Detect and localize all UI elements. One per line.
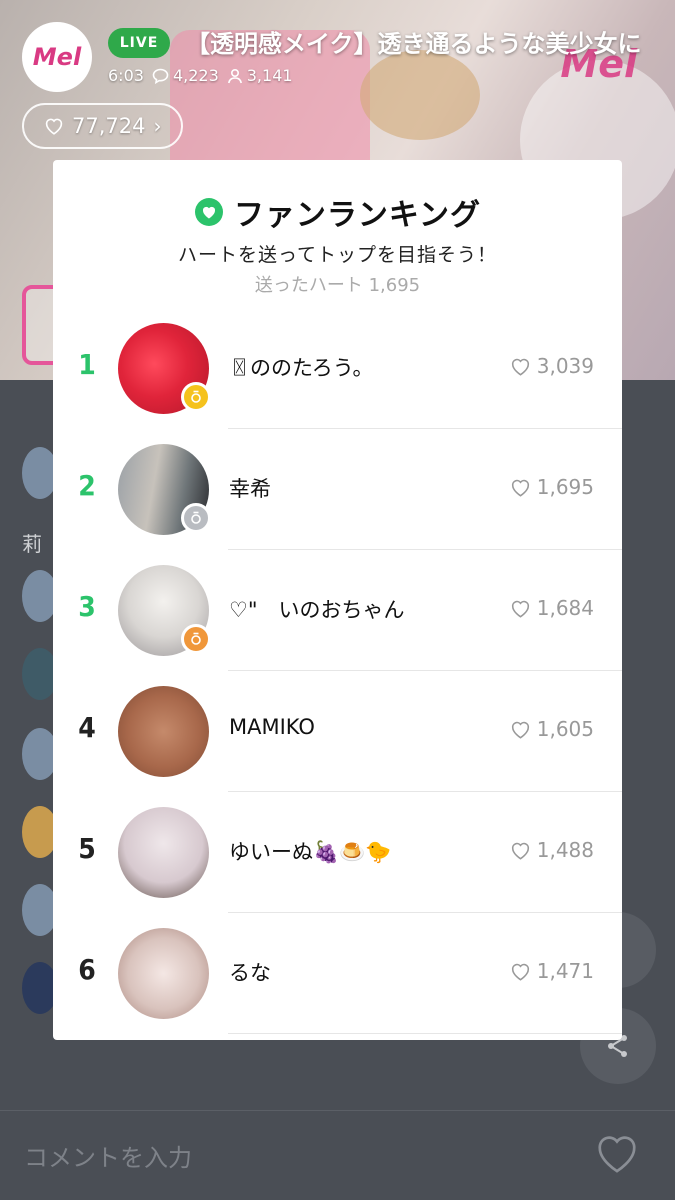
heart-outline-icon bbox=[511, 721, 529, 739]
user-heart-count: 1,488 bbox=[510, 838, 594, 862]
heart-count-value: 1,471 bbox=[536, 959, 594, 983]
sent-hearts-label: 送ったハート 1,695 bbox=[254, 275, 421, 296]
viewer-count-value: 3,141 bbox=[246, 66, 293, 85]
user-name: ♡" いのおちゃん bbox=[229, 598, 405, 622]
ranking-row[interactable]: 2 幸希 1,695 bbox=[53, 429, 622, 550]
heart-count-value: 1,488 bbox=[536, 838, 594, 862]
comment-count: 4,223 bbox=[152, 66, 219, 85]
ranking-header: ファンランキング ハートを送ってトップを目指そう！ 送ったハート 1,695 bbox=[53, 160, 622, 297]
bronze-medal-icon bbox=[181, 624, 211, 654]
user-heart-count: 1,471 bbox=[510, 959, 594, 983]
heart-count-value: 1,605 bbox=[536, 717, 594, 741]
heart-icon bbox=[598, 1136, 636, 1173]
comment-icon bbox=[152, 68, 169, 84]
user-heart-count: 1,695 bbox=[510, 475, 594, 499]
rank-number: 5 bbox=[78, 832, 96, 865]
rank-number: 3 bbox=[78, 590, 96, 623]
elapsed-time: 6:03 bbox=[108, 66, 144, 85]
user-heart-count: 3,039 bbox=[510, 354, 594, 378]
person-icon bbox=[227, 68, 242, 83]
heart-outline-icon bbox=[511, 842, 529, 860]
comment-input-placeholder[interactable]: コメントを入力 bbox=[24, 1138, 192, 1173]
chevron-right-icon: › bbox=[153, 114, 162, 138]
user-avatar[interactable] bbox=[118, 807, 209, 898]
user-heart-count: 1,684 bbox=[510, 596, 594, 620]
user-avatar[interactable] bbox=[118, 928, 209, 1019]
ranking-subtitle: ハートを送ってトップを目指そう！ bbox=[177, 244, 498, 266]
live-badge: LIVE bbox=[108, 28, 170, 58]
user-name: MAMIKO bbox=[229, 715, 315, 739]
rank-number: 4 bbox=[78, 711, 96, 744]
ranking-row[interactable]: 3 ♡" いのおちゃん 1,684 bbox=[53, 550, 622, 671]
ranking-title-text: ファンランキング bbox=[233, 198, 482, 233]
user-name: ゆいーぬ🍇🍮🐤 bbox=[229, 840, 392, 864]
gold-medal-icon bbox=[181, 382, 211, 412]
ranking-title: ファンランキング bbox=[53, 190, 622, 234]
ranking-row[interactable]: 6 るな 1,471 bbox=[53, 913, 622, 1034]
broadcast-stats: 6:03 4,223 3,141 bbox=[108, 66, 293, 85]
heart-count-value: 1,695 bbox=[536, 475, 594, 499]
total-hearts-button[interactable]: 77,724 › bbox=[22, 103, 184, 149]
viewer-count: 3,141 bbox=[227, 66, 293, 85]
rank-number: 2 bbox=[78, 469, 96, 502]
ranking-row[interactable]: 5 ゆいーぬ🍇🍮🐤 1,488 bbox=[53, 792, 622, 913]
row-divider bbox=[228, 1033, 622, 1034]
user-name: 幸希 bbox=[229, 477, 271, 501]
rank-number: 1 bbox=[78, 348, 96, 381]
heart-count-value: 3,039 bbox=[536, 354, 594, 378]
heart-icon bbox=[45, 118, 63, 135]
total-hearts-value: 77,724 bbox=[72, 114, 146, 138]
ranking-row[interactable]: 4 MAMIKO 1,605 bbox=[53, 671, 622, 792]
broadcast-title: 【透明感メイク】透き通るような美少女に bbox=[186, 30, 642, 58]
rank-number: 6 bbox=[78, 953, 96, 986]
fan-ranking-dialog: ファンランキング ハートを送ってトップを目指そう！ 送ったハート 1,695 1… bbox=[53, 160, 622, 1040]
heart-outline-icon bbox=[511, 600, 529, 618]
channel-avatar[interactable]: Mel bbox=[22, 22, 92, 92]
silver-medal-icon bbox=[181, 503, 211, 533]
green-heart-icon bbox=[194, 198, 223, 226]
chat-text: 莉 bbox=[22, 532, 42, 556]
ranking-list: 1 〿ののたろう。 3,039 2 幸希 1,695 3 ♡" いのおちゃん 1… bbox=[53, 308, 622, 1034]
user-name: 〿ののたろう。 bbox=[229, 356, 374, 380]
heart-outline-icon bbox=[511, 479, 529, 497]
video-content bbox=[360, 50, 480, 140]
ranking-row[interactable]: 1 〿ののたろう。 3,039 bbox=[53, 308, 622, 429]
heart-count-value: 1,684 bbox=[536, 596, 594, 620]
comment-count-value: 4,223 bbox=[172, 66, 219, 85]
user-heart-count: 1,605 bbox=[510, 717, 594, 741]
user-avatar[interactable] bbox=[118, 686, 209, 777]
heart-outline-icon bbox=[511, 358, 529, 376]
user-name: るな bbox=[229, 961, 271, 985]
comment-input-bar[interactable]: コメントを入力 bbox=[0, 1110, 675, 1200]
send-heart-button[interactable] bbox=[593, 1132, 641, 1178]
heart-outline-icon bbox=[511, 963, 529, 981]
